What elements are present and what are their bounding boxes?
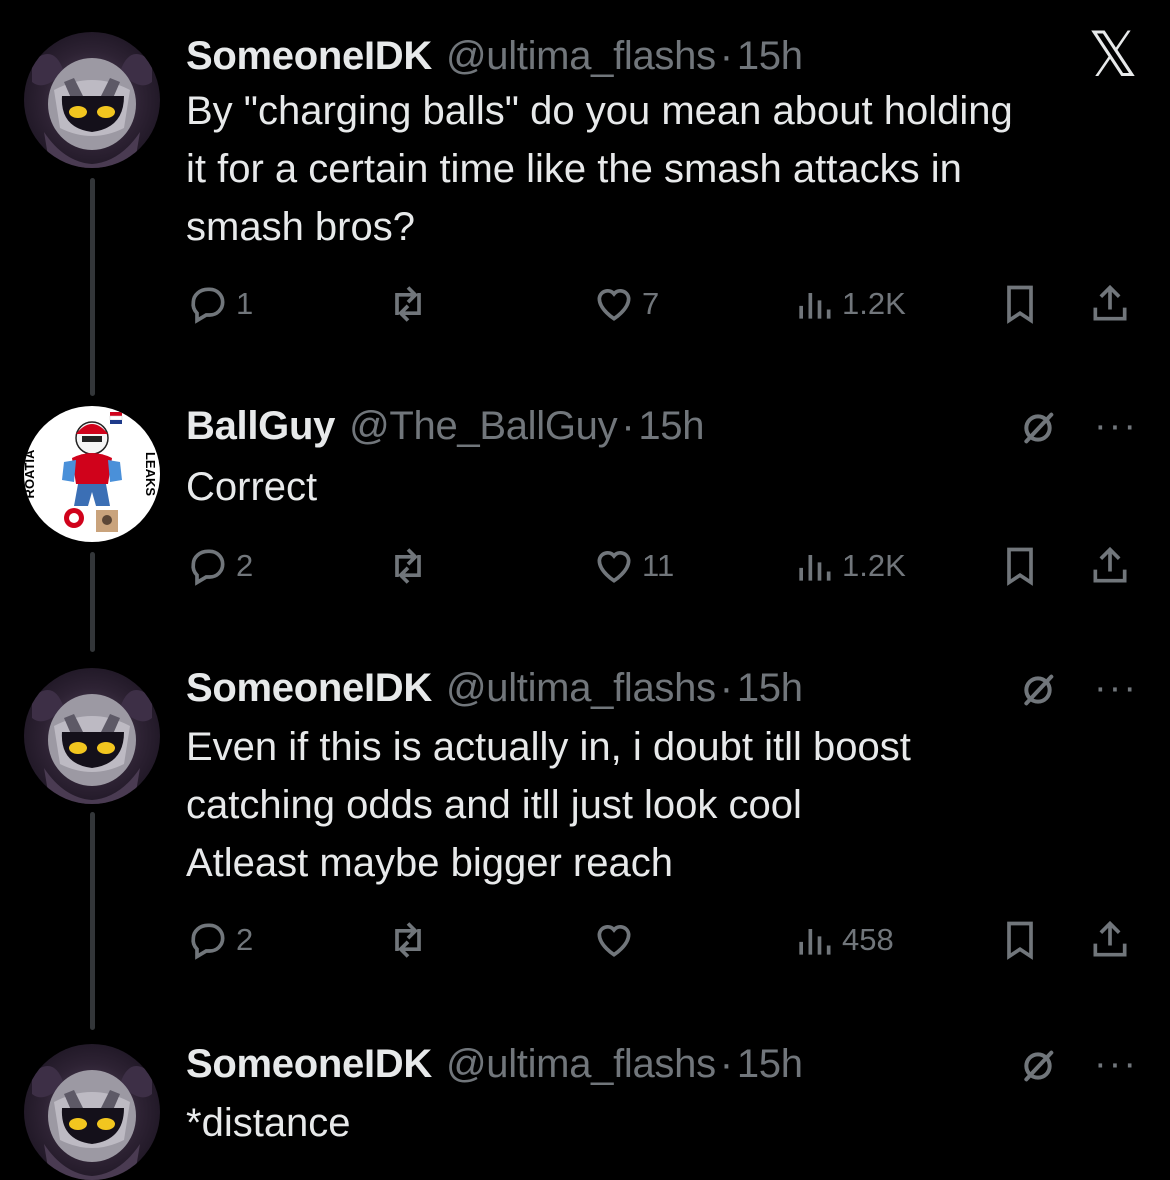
timestamp[interactable]: 15h (737, 666, 803, 711)
reply-button[interactable]: 1 (186, 276, 253, 332)
views-icon (799, 555, 831, 581)
view-count: 1.2K (842, 286, 906, 321)
tweet-text: Even if this is actually in, i doubt itl… (186, 725, 911, 885)
avatar-text-right: LEAKS (143, 452, 158, 496)
action-bar: 1 7 1.2K (186, 276, 1146, 332)
reply-button[interactable]: 2 (186, 538, 253, 594)
retweet-button[interactable] (386, 538, 430, 594)
tweet-header: SomeoneIDK @ultima_flashs · 15h (186, 1034, 803, 1094)
reply-icon (191, 287, 225, 324)
more-icon[interactable]: ··· (1088, 402, 1144, 450)
timestamp[interactable]: 15h (638, 404, 704, 449)
separator-dot: · (621, 403, 635, 448)
retweet-icon (395, 548, 421, 584)
reply-icon (191, 923, 225, 960)
tweet-header: SomeoneIDK @ultima_flashs · 15h (186, 26, 803, 86)
retweet-icon (395, 922, 421, 958)
share-button[interactable] (1088, 276, 1132, 332)
heart-icon (597, 289, 631, 321)
bookmark-icon (1007, 921, 1033, 960)
grok-icon[interactable] (1014, 1042, 1062, 1090)
reply-count: 2 (236, 548, 254, 583)
like-button[interactable] (592, 912, 642, 968)
retweet-icon (395, 286, 421, 322)
action-bar: 2 458 (186, 912, 1146, 968)
view-count: 458 (842, 922, 894, 957)
tweet-text: By "charging balls" do you mean about ho… (186, 89, 1013, 249)
bookmark-button[interactable] (998, 538, 1042, 594)
grok-icon[interactable] (1014, 666, 1062, 714)
thread-line (90, 552, 95, 652)
display-name[interactable]: BallGuy (186, 404, 335, 449)
retweet-button[interactable] (386, 912, 430, 968)
bookmark-icon (1007, 547, 1033, 586)
like-count: 11 (642, 548, 675, 583)
croatia-leaks-avatar: ROATIA LEAKS (24, 406, 160, 542)
view-count: 1.2K (842, 548, 906, 583)
like-button[interactable]: 11 (592, 538, 674, 594)
meta-knight-avatar (24, 32, 160, 168)
thread-line (90, 178, 95, 396)
like-button[interactable]: 7 (592, 276, 659, 332)
tweet-text: Correct (186, 465, 318, 509)
retweet-button[interactable] (386, 276, 430, 332)
reply-count: 1 (236, 286, 254, 321)
share-icon (1093, 920, 1127, 957)
reply-icon (191, 549, 225, 586)
more-icon[interactable]: ··· (1088, 664, 1144, 712)
avatar[interactable] (24, 668, 160, 804)
views-button[interactable]: 458 (792, 912, 894, 968)
x-logo-icon[interactable]: 𝕏 (1078, 18, 1148, 91)
reply-button[interactable]: 2 (186, 912, 253, 968)
handle[interactable]: @The_BallGuy (349, 404, 618, 449)
thread-line (90, 812, 95, 1030)
like-count: 7 (642, 286, 660, 321)
avatar-text-left: ROATIA (24, 449, 37, 498)
share-button[interactable] (1088, 912, 1132, 968)
display-name[interactable]: SomeoneIDK (186, 1042, 432, 1087)
views-icon (799, 293, 831, 319)
share-icon (1093, 546, 1127, 583)
views-icon (799, 929, 831, 955)
tweet-header: SomeoneIDK @ultima_flashs · 15h (186, 658, 803, 718)
handle[interactable]: @ultima_flashs (446, 34, 716, 79)
bookmark-button[interactable] (998, 276, 1042, 332)
reply-count: 2 (236, 922, 254, 957)
heart-icon (597, 551, 631, 583)
separator-dot: · (719, 33, 733, 78)
display-name[interactable]: SomeoneIDK (186, 666, 432, 711)
handle[interactable]: @ultima_flashs (446, 1042, 716, 1087)
action-bar: 2 11 1.2K (186, 538, 1146, 594)
share-icon (1093, 284, 1127, 321)
heart-icon (597, 925, 631, 957)
more-icon[interactable]: ··· (1088, 1040, 1144, 1088)
views-button[interactable]: 1.2K (792, 538, 906, 594)
bookmark-button[interactable] (998, 912, 1042, 968)
meta-knight-avatar (24, 1044, 160, 1180)
handle[interactable]: @ultima_flashs (446, 666, 716, 711)
avatar[interactable] (24, 32, 160, 168)
avatar[interactable]: ROATIA LEAKS (24, 406, 160, 542)
meta-knight-avatar (24, 668, 160, 804)
bookmark-icon (1007, 285, 1033, 324)
tweet-header: BallGuy @The_BallGuy · 15h (186, 396, 704, 456)
timestamp[interactable]: 15h (737, 34, 803, 79)
separator-dot: · (719, 665, 733, 710)
timestamp[interactable]: 15h (737, 1042, 803, 1087)
tweet-text: *distance (186, 1101, 351, 1145)
views-button[interactable]: 1.2K (792, 276, 906, 332)
avatar[interactable] (24, 1044, 160, 1180)
share-button[interactable] (1088, 538, 1132, 594)
separator-dot: · (719, 1041, 733, 1086)
grok-icon[interactable] (1014, 404, 1062, 452)
display-name[interactable]: SomeoneIDK (186, 34, 432, 79)
